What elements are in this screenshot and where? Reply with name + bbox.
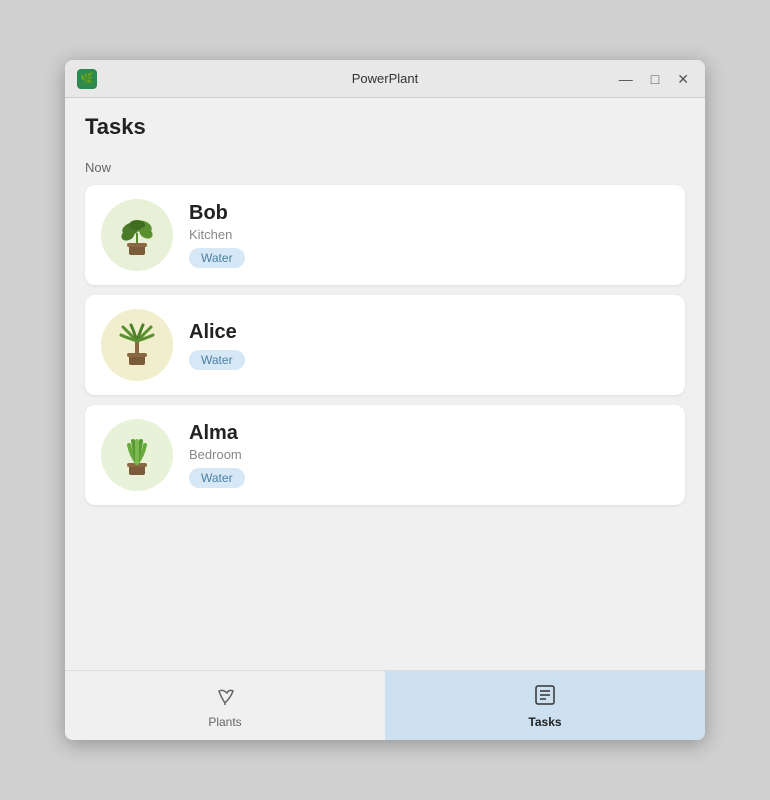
plant-card-bob[interactable]: Bob Kitchen Water	[85, 185, 685, 285]
task-badge-bob[interactable]: Water	[189, 248, 245, 268]
plant-image-alma	[113, 431, 161, 479]
section-label-now: Now	[85, 160, 685, 175]
content-area: Now Bob Kitch	[65, 150, 705, 670]
titlebar-title: PowerPlant	[352, 71, 418, 86]
nav-item-plants[interactable]: Plants	[65, 671, 385, 740]
plant-info-alma: Alma Bedroom Water	[189, 422, 669, 488]
plant-name-alma: Alma	[189, 422, 669, 445]
plant-avatar-bob	[101, 199, 173, 271]
nav-plants-label: Plants	[208, 715, 241, 729]
close-button[interactable]: ✕	[673, 70, 693, 88]
plant-location-alma: Bedroom	[189, 447, 669, 462]
plant-location-bob: Kitchen	[189, 227, 669, 242]
task-badge-alma[interactable]: Water	[189, 468, 245, 488]
tasks-nav-icon	[533, 683, 557, 711]
plant-card-alice[interactable]: Alice Water	[85, 295, 685, 395]
app-window: 🌿 PowerPlant — □ ✕ Tasks Now	[65, 60, 705, 740]
plant-info-alice: Alice Water	[189, 321, 669, 370]
nav-item-tasks[interactable]: Tasks	[385, 671, 705, 740]
plant-image-bob	[113, 211, 161, 259]
bottom-nav: Plants Tasks	[65, 670, 705, 740]
app-icon: 🌿	[77, 69, 97, 89]
titlebar-controls: — □ ✕	[615, 70, 693, 88]
plant-name-bob: Bob	[189, 202, 669, 225]
plant-name-alice: Alice	[189, 321, 669, 344]
page-title: Tasks	[85, 114, 685, 140]
app-icon-emoji: 🌿	[80, 72, 94, 85]
plant-avatar-alma	[101, 419, 173, 491]
minimize-button[interactable]: —	[615, 70, 637, 88]
page-header: Tasks	[65, 98, 705, 150]
plant-image-alice	[113, 321, 161, 369]
task-badge-alice[interactable]: Water	[189, 350, 245, 370]
plants-nav-icon	[213, 683, 237, 711]
titlebar-left: 🌿	[77, 69, 97, 89]
nav-tasks-label: Tasks	[528, 715, 561, 729]
plant-avatar-alice	[101, 309, 173, 381]
maximize-button[interactable]: □	[647, 70, 663, 88]
plant-card-alma[interactable]: Alma Bedroom Water	[85, 405, 685, 505]
plant-info-bob: Bob Kitchen Water	[189, 202, 669, 268]
titlebar: 🌿 PowerPlant — □ ✕	[65, 60, 705, 98]
